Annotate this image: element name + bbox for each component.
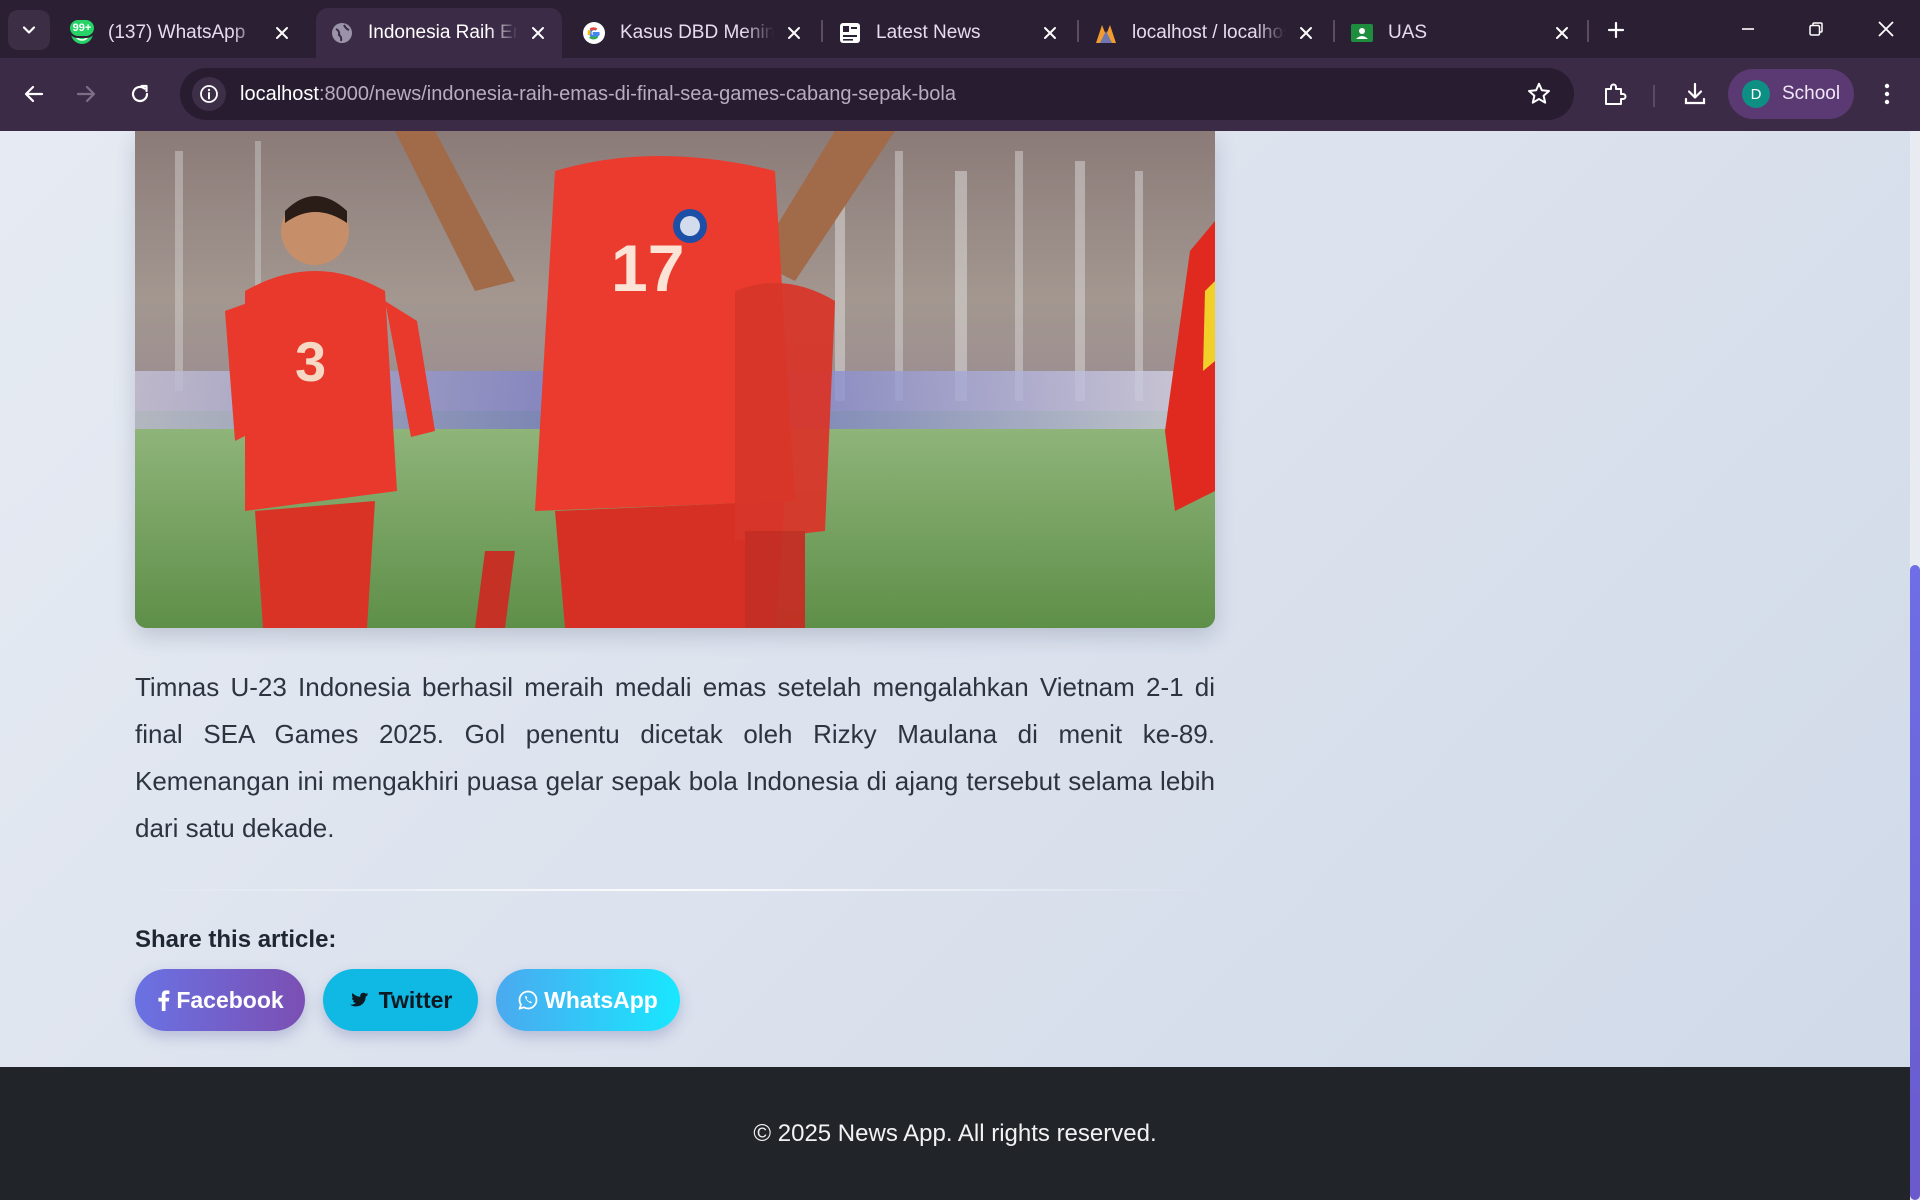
profile-button[interactable]: D School (1728, 69, 1854, 119)
google-icon (582, 21, 606, 45)
tab-phpmyadmin[interactable]: localhost / localhost (1080, 8, 1330, 58)
site-info-button[interactable] (192, 77, 226, 111)
url-path: :8000/news/indonesia-raih-emas-di-final-… (318, 82, 956, 105)
tab-separator (821, 20, 823, 42)
tab-separator (1333, 20, 1335, 42)
close-icon[interactable] (1038, 21, 1062, 45)
share-whatsapp-button[interactable]: WhatsApp (496, 969, 680, 1031)
notification-badge: 99+ (68, 18, 96, 38)
close-icon[interactable] (270, 21, 294, 45)
profile-name: School (1782, 83, 1841, 104)
share-whatsapp-label: WhatsApp (544, 986, 658, 1013)
downloads-button[interactable] (1678, 77, 1712, 111)
new-tab-button[interactable] (1598, 12, 1634, 48)
back-button[interactable] (14, 74, 54, 114)
tab-title: UAS (1388, 22, 1428, 43)
arrow-right-icon (76, 85, 96, 103)
share-title: Share this article: (135, 926, 337, 953)
share-twitter-button[interactable]: Twitter (323, 969, 478, 1031)
more-vert-icon (1884, 83, 1890, 105)
close-window-button[interactable] (1858, 6, 1914, 52)
minimize-icon (1742, 28, 1754, 30)
close-icon[interactable] (1294, 21, 1318, 45)
tab-search-button[interactable] (8, 10, 50, 50)
tab-separator (1587, 20, 1589, 42)
globe-icon (330, 21, 354, 45)
page-viewport: 3 17 Timnas U-23 Indonesia berhasil mera… (0, 131, 1910, 1200)
close-icon[interactable] (526, 21, 550, 45)
tab-title: Indonesia Raih Emas di Final SEA Games (368, 22, 518, 43)
news-icon (838, 21, 862, 45)
reload-icon (131, 84, 149, 103)
close-icon[interactable] (782, 21, 806, 45)
extensions-button[interactable] (1598, 77, 1632, 111)
menu-button[interactable] (1870, 77, 1904, 111)
tab-latest-news[interactable]: Latest News (824, 8, 1074, 58)
article-body: Timnas U-23 Indonesia berhasil meraih me… (135, 672, 1215, 843)
whatsapp-icon (518, 990, 538, 1010)
arrow-left-icon (24, 85, 44, 103)
tab-uas[interactable]: UAS (1336, 8, 1586, 58)
tab-separator (1077, 20, 1079, 42)
share-facebook-button[interactable]: Facebook (135, 969, 305, 1031)
puzzle-icon (1605, 83, 1627, 105)
article-hero-image: 3 17 (135, 131, 1215, 628)
chevron-down-icon (22, 26, 36, 34)
hero-photo: 3 17 (135, 131, 1215, 628)
twitter-icon (349, 992, 369, 1007)
phpmyadmin-icon (1094, 21, 1118, 45)
download-icon (1684, 82, 1706, 105)
tab-title: Latest News (876, 22, 981, 43)
facebook-icon (158, 990, 170, 1011)
scrollbar-thumb[interactable] (1910, 565, 1920, 1200)
browser-toolbar: localhost:8000/news/indonesia-raih-emas-… (0, 58, 1920, 131)
page-footer: © 2025 News App. All rights reserved. (0, 1067, 1910, 1200)
classroom-icon (1350, 21, 1374, 45)
plus-icon (1607, 21, 1625, 39)
tab-strip: (137) WhatsApp Indonesia Raih Emas di Fi… (0, 0, 1920, 58)
tab-title: Kasus DBD Meningkat (620, 22, 774, 43)
divider (135, 889, 1215, 891)
share-twitter-label: Twitter (378, 986, 453, 1013)
footer-copyright: © 2025 News App. All rights reserved. (753, 1119, 1157, 1147)
restore-button[interactable] (1788, 6, 1844, 52)
reload-button[interactable] (120, 74, 160, 114)
bookmark-star-icon[interactable] (1526, 81, 1552, 107)
minimize-button[interactable] (1720, 6, 1776, 52)
address-bar[interactable]: localhost:8000/news/indonesia-raih-emas-… (180, 68, 1574, 120)
tab-title: (137) WhatsApp (108, 22, 246, 43)
avatar: D (1742, 80, 1770, 108)
tab-kasus-dbd[interactable]: Kasus DBD Meningkat (568, 8, 818, 58)
url-host: localhost (240, 82, 319, 105)
close-icon[interactable] (1550, 21, 1574, 45)
tab-title: localhost / localhost (1132, 22, 1286, 43)
jersey-number: 17 (611, 231, 684, 305)
toolbar-separator (1653, 85, 1655, 107)
info-icon (200, 85, 218, 103)
tab-active-article[interactable]: Indonesia Raih Emas di Final SEA Games (316, 8, 562, 58)
close-icon (1878, 21, 1894, 37)
jersey-number: 3 (295, 330, 326, 393)
restore-icon (1809, 22, 1823, 36)
share-facebook-label: Facebook (176, 986, 284, 1013)
forward-button[interactable] (66, 74, 106, 114)
url-text: localhost:8000/news/indonesia-raih-emas-… (240, 83, 956, 106)
